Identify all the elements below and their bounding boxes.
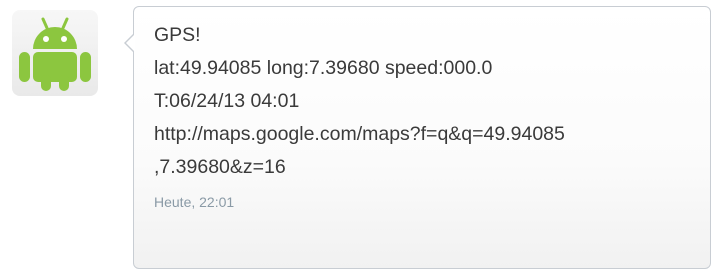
message-bubble[interactable]: GPS! lat:49.94085 long:7.39680 speed:000… bbox=[124, 6, 711, 269]
message-time: T:06/24/13 04:01 bbox=[154, 90, 300, 112]
message-coordinates: lat:49.94085 long:7.39680 speed:000.0 bbox=[154, 57, 493, 79]
android-robot-icon bbox=[19, 17, 91, 91]
sender-avatar[interactable] bbox=[12, 10, 98, 96]
message-link[interactable]: http://maps.google.com/maps?f=q&q=49.940… bbox=[154, 118, 710, 151]
message-timestamp: Heute, 22:01 bbox=[154, 194, 235, 210]
message-link-continued[interactable]: ,7.39680&z=16 bbox=[154, 151, 710, 184]
bubble-tail bbox=[124, 33, 135, 53]
message-title: GPS! bbox=[154, 24, 201, 46]
